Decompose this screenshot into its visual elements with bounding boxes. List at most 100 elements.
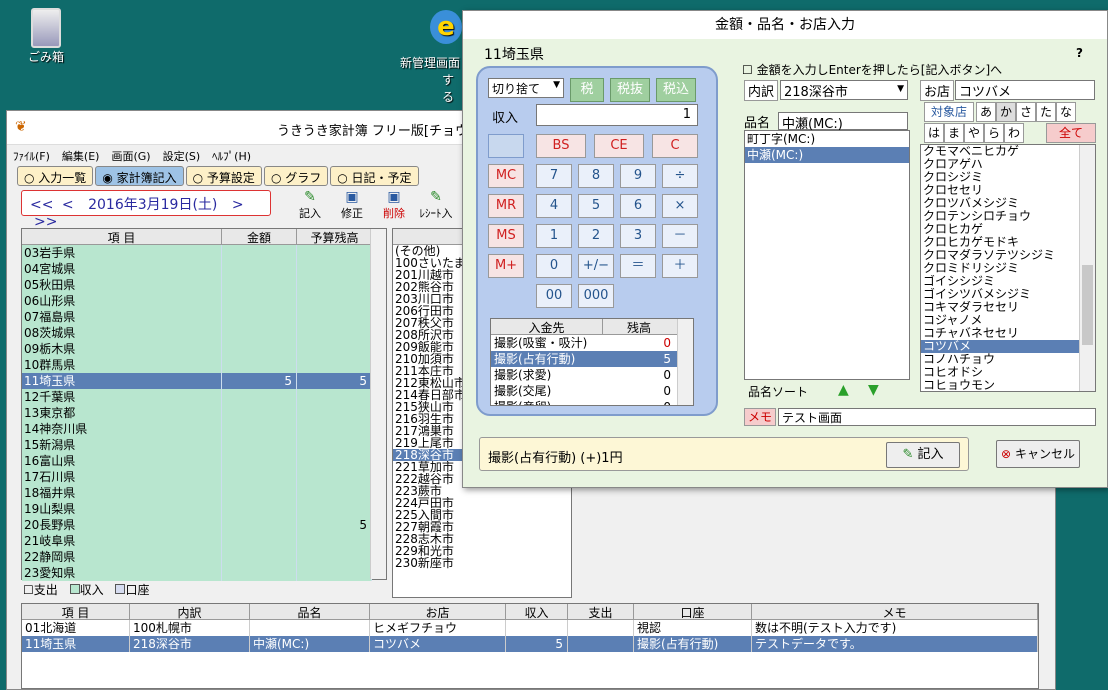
enter-checkbox[interactable]: ☐ 金額を入力しEnterを押したら[記入ボタン]へ: [742, 61, 1002, 78]
account-row[interactable]: 撮影(占有行動) 5: [491, 351, 693, 367]
clear-button[interactable]: C: [652, 134, 698, 158]
help-icon[interactable]: ?: [1076, 46, 1083, 60]
category-row[interactable]: 13東京都: [22, 405, 386, 421]
shop-item[interactable]: コノハチョウ: [921, 353, 1095, 366]
shop-item[interactable]: クロヒカゲモドキ: [921, 236, 1095, 249]
plus-button[interactable]: ＋: [662, 254, 698, 278]
shop-item[interactable]: クロマダラソテツシジミ: [921, 249, 1095, 262]
all-button[interactable]: 全て: [1046, 123, 1096, 143]
tab-graph[interactable]: ○ グラフ: [263, 166, 329, 186]
multiply-button[interactable]: ×: [662, 194, 698, 218]
current-date[interactable]: 2016年3月19日(土): [88, 197, 217, 213]
entry-row[interactable]: 11埼玉県 218深谷市 中瀬(MC:) コツバメ 5 撮影(占有行動) テストデータです。: [22, 636, 1038, 652]
shop-list-scrollbar[interactable]: [1079, 145, 1095, 391]
shop-item[interactable]: ゴイシツバメシジミ: [921, 288, 1095, 301]
key-8[interactable]: 8: [578, 164, 614, 188]
category-row[interactable]: 05秋田県: [22, 277, 386, 293]
category-row[interactable]: 21岐阜県: [22, 533, 386, 549]
shop-input[interactable]: コツバメ: [955, 80, 1095, 100]
key-000[interactable]: 000: [578, 284, 614, 308]
kana-filter-button[interactable]: あ: [976, 102, 996, 122]
amount-input[interactable]: 1: [536, 104, 698, 126]
category-row[interactable]: 11埼玉県 5 5: [22, 373, 386, 389]
prev-day-button[interactable]: <: [62, 197, 74, 213]
delete-tool-button[interactable]: ▣ 削除: [373, 189, 415, 221]
tab-input-list[interactable]: ○ 入力一覧: [17, 166, 94, 186]
key-2[interactable]: 2: [578, 224, 614, 248]
entry-col-header[interactable]: 品名: [250, 604, 370, 620]
col-budget[interactable]: 予算残高: [297, 229, 372, 245]
menu-settings[interactable]: 設定(S): [157, 145, 207, 167]
receipt-tool-button[interactable]: ✎ ﾚｼｰﾄ入: [415, 189, 457, 221]
category-row[interactable]: 20長野県 5: [22, 517, 386, 533]
menu-file[interactable]: ﾌｧｲﾙ(F): [7, 145, 56, 167]
mplus-button[interactable]: M+: [488, 254, 524, 278]
entry-col-header[interactable]: お店: [370, 604, 506, 620]
account-row[interactable]: 撮影(求愛) 0: [491, 367, 693, 383]
kana-filter-button[interactable]: か: [996, 102, 1016, 122]
shop-item[interactable]: クロツバメシジミ: [921, 197, 1095, 210]
recycle-bin[interactable]: ごみ箱: [6, 8, 86, 65]
key-1[interactable]: 1: [536, 224, 572, 248]
plus-minus-button[interactable]: +/−: [578, 254, 614, 278]
category-row[interactable]: 23愛知県: [22, 565, 386, 581]
key-3[interactable]: 3: [620, 224, 656, 248]
clear-entry-button[interactable]: CE: [594, 134, 644, 158]
entry-col-header[interactable]: 口座: [634, 604, 752, 620]
subcategory-row[interactable]: 230新座市: [393, 557, 571, 569]
cancel-button[interactable]: ⊗ キャンセル: [996, 440, 1080, 468]
backspace-button[interactable]: BS: [536, 134, 586, 158]
category-row[interactable]: 08茨城県: [22, 325, 386, 341]
category-scrollbar[interactable]: [370, 229, 386, 579]
shop-item[interactable]: コキマダラセセリ: [921, 301, 1095, 314]
subcategory-row[interactable]: 229和光市: [393, 545, 571, 557]
tax-exclusive-button[interactable]: 税抜: [610, 78, 650, 102]
hinmei-input[interactable]: 中瀬(MC:): [778, 112, 908, 132]
key-9[interactable]: 9: [620, 164, 656, 188]
kana-filter-button[interactable]: ま: [944, 123, 964, 143]
mc-button[interactable]: MC: [488, 164, 524, 188]
entry-col-header[interactable]: 項 目: [22, 604, 130, 620]
shop-item[interactable]: コヒョウモン: [921, 379, 1095, 391]
key-6[interactable]: 6: [620, 194, 656, 218]
category-row[interactable]: 15新潟県: [22, 437, 386, 453]
record-tool-button[interactable]: ✎ 記入: [289, 189, 331, 221]
col-amount[interactable]: 金額: [222, 229, 297, 245]
account-row[interactable]: 撮影(交尾) 0: [491, 383, 693, 399]
kana-filter-button[interactable]: ら: [984, 123, 1004, 143]
menu-view[interactable]: 画面(G): [105, 145, 156, 167]
kana-filter-button[interactable]: な: [1056, 102, 1076, 122]
shop-item[interactable]: ゴイシシジミ: [921, 275, 1095, 288]
minus-button[interactable]: －: [662, 224, 698, 248]
kana-filter-button[interactable]: わ: [1004, 123, 1024, 143]
subcategory-row[interactable]: 225入間市: [393, 509, 571, 521]
ms-button[interactable]: MS: [488, 224, 524, 248]
kana-filter-button[interactable]: た: [1036, 102, 1056, 122]
category-row[interactable]: 04宮城県: [22, 261, 386, 277]
menu-help[interactable]: ﾍﾙﾌﾟ(H): [206, 145, 257, 167]
rounding-select[interactable]: 切り捨て ▼: [488, 78, 564, 98]
category-row[interactable]: 12千葉県: [22, 389, 386, 405]
mr-button[interactable]: MR: [488, 194, 524, 218]
memo-input[interactable]: テスト画面: [778, 408, 1096, 426]
divide-button[interactable]: ÷: [662, 164, 698, 188]
kana-filter-button[interactable]: や: [964, 123, 984, 143]
key-5[interactable]: 5: [578, 194, 614, 218]
tax-button[interactable]: 税: [570, 78, 604, 102]
subcategory-row[interactable]: 224戸田市: [393, 497, 571, 509]
hinmei-item-selected[interactable]: 中瀬(MC:): [745, 147, 909, 163]
target-store-button[interactable]: 対象店: [924, 102, 974, 122]
key-7[interactable]: 7: [536, 164, 572, 188]
category-row[interactable]: 16富山県: [22, 453, 386, 469]
category-row[interactable]: 09栃木県: [22, 341, 386, 357]
tab-budget[interactable]: ○ 予算設定: [185, 166, 262, 186]
prev-month-button[interactable]: <<: [30, 197, 53, 213]
category-row[interactable]: 03岩手県: [22, 245, 386, 261]
category-row[interactable]: 17石川県: [22, 469, 386, 485]
account-row[interactable]: 撮影(吸蜜・吸汁) 0: [491, 335, 693, 351]
entry-col-header[interactable]: 内訳: [130, 604, 250, 620]
shop-item[interactable]: コツバメ: [921, 340, 1095, 353]
shop-item[interactable]: クロシジミ: [921, 171, 1095, 184]
tab-diary[interactable]: ○ 日記・予定: [330, 166, 419, 186]
key-00[interactable]: 00: [536, 284, 572, 308]
